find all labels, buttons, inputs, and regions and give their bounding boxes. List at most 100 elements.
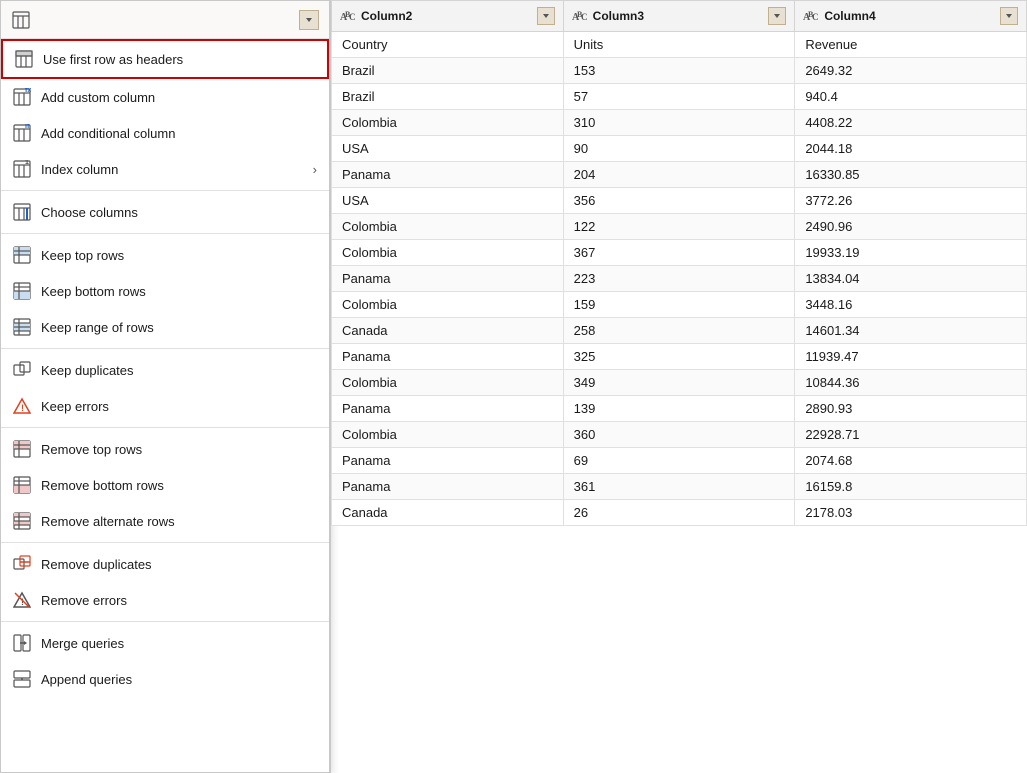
menu-item-keep-top-rows[interactable]: Keep top rows <box>1 237 329 273</box>
menu-item-remove-alternate-rows[interactable]: Remove alternate rows <box>1 503 329 539</box>
cell-col3-12: 325 <box>563 344 795 370</box>
cell-col4-8: 19933.19 <box>795 240 1027 266</box>
menu-item-keep-duplicates[interactable]: Keep duplicates <box>1 352 329 388</box>
cell-col2-1: Brazil <box>332 58 564 84</box>
keep-dup-icon <box>11 359 33 381</box>
cell-col2-9: Panama <box>332 266 564 292</box>
submenu-arrow-index-column: › <box>313 162 317 177</box>
table-row: Colombia3104408.22 <box>332 110 1027 136</box>
menu-item-add-conditional-column[interactable]: ifAdd conditional column <box>1 115 329 151</box>
cell-col4-6: 3772.26 <box>795 188 1027 214</box>
cell-col4-13: 10844.36 <box>795 370 1027 396</box>
menu-items: Use first row as headers fx Add custom col… <box>1 39 329 697</box>
cell-col3-6: 356 <box>563 188 795 214</box>
menu-divider-13 <box>1 427 329 428</box>
remove-alt-icon <box>11 510 33 532</box>
cell-col2-7: Colombia <box>332 214 564 240</box>
cell-col3-15: 360 <box>563 422 795 448</box>
menu-item-label-use-first-row-as-headers: Use first row as headers <box>43 52 183 67</box>
table-row: Colombia36719933.19 <box>332 240 1027 266</box>
cell-col2-15: Colombia <box>332 422 564 448</box>
menu-item-append-queries[interactable]: Append queries <box>1 661 329 697</box>
cell-col4-0: Revenue <box>795 32 1027 58</box>
cell-col3-10: 159 <box>563 292 795 318</box>
menu-divider-17 <box>1 542 329 543</box>
cell-col3-8: 367 <box>563 240 795 266</box>
menu-item-add-custom-column[interactable]: fx Add custom column <box>1 79 329 115</box>
cell-col3-0: Units <box>563 32 795 58</box>
menu-item-label-keep-range-of-rows: Keep range of rows <box>41 320 154 335</box>
index-col-icon: 1 <box>11 158 33 180</box>
table-row: CountryUnitsRevenue <box>332 32 1027 58</box>
cell-col2-12: Panama <box>332 344 564 370</box>
table-row: Brazil57940.4 <box>332 84 1027 110</box>
type-icon-col2: ABC <box>340 9 356 23</box>
col-dropdown-col4[interactable] <box>1000 7 1018 25</box>
cell-col4-2: 940.4 <box>795 84 1027 110</box>
cell-col2-11: Canada <box>332 318 564 344</box>
menu-item-keep-errors[interactable]: ! Keep errors <box>1 388 329 424</box>
cell-col4-3: 4408.22 <box>795 110 1027 136</box>
remove-dup-icon <box>11 553 33 575</box>
table-row: Canada262178.03 <box>332 500 1027 526</box>
menu-item-choose-columns[interactable]: Choose columns <box>1 194 329 230</box>
menu-divider-10 <box>1 348 329 349</box>
menu-item-remove-bottom-rows[interactable]: Remove bottom rows <box>1 467 329 503</box>
svg-text:!: ! <box>21 403 24 413</box>
table-row: Brazil1532649.32 <box>332 58 1027 84</box>
keep-range-icon <box>11 316 33 338</box>
col-header-col2: ABC Column2 <box>332 1 564 32</box>
menu-item-remove-duplicates[interactable]: Remove duplicates <box>1 546 329 582</box>
menu-item-label-remove-duplicates: Remove duplicates <box>41 557 152 572</box>
menu-item-remove-top-rows[interactable]: Remove top rows <box>1 431 329 467</box>
append-icon <box>11 668 33 690</box>
cell-col4-11: 14601.34 <box>795 318 1027 344</box>
col-dropdown-col2[interactable] <box>537 7 555 25</box>
remove-top-icon <box>11 438 33 460</box>
menu-item-label-merge-queries: Merge queries <box>41 636 124 651</box>
menu-item-remove-errors[interactable]: !Remove errors <box>1 582 329 618</box>
choose-cols-icon <box>11 201 33 223</box>
cell-col3-5: 204 <box>563 162 795 188</box>
cell-col4-9: 13834.04 <box>795 266 1027 292</box>
col-header-col4: ABC Column4 <box>795 1 1027 32</box>
cell-col3-3: 310 <box>563 110 795 136</box>
cell-col2-17: Panama <box>332 474 564 500</box>
cell-col3-18: 26 <box>563 500 795 526</box>
cell-col2-5: Panama <box>332 162 564 188</box>
keep-top-icon <box>11 244 33 266</box>
col-dropdown-col3[interactable] <box>768 7 786 25</box>
col-label-col4: Column4 <box>824 9 875 23</box>
menu-item-index-column[interactable]: 1Index column› <box>1 151 329 187</box>
table-header: ABC Column2 ABC Column3 ABC Column4 <box>332 1 1027 32</box>
cell-col4-7: 2490.96 <box>795 214 1027 240</box>
col-label-col2: Column2 <box>361 9 412 23</box>
cell-col4-17: 16159.8 <box>795 474 1027 500</box>
cell-col2-3: Colombia <box>332 110 564 136</box>
menu-item-keep-bottom-rows[interactable]: Keep bottom rows <box>1 273 329 309</box>
menu-divider-20 <box>1 621 329 622</box>
cell-col4-14: 2890.93 <box>795 396 1027 422</box>
column1-icon <box>11 10 31 30</box>
menu-item-label-remove-errors: Remove errors <box>41 593 127 608</box>
cell-col3-13: 349 <box>563 370 795 396</box>
menu-item-merge-queries[interactable]: Merge queries <box>1 625 329 661</box>
context-menu: Use first row as headers fx Add custom col… <box>0 0 330 773</box>
cell-col2-14: Panama <box>332 396 564 422</box>
table-row: Colombia1222490.96 <box>332 214 1027 240</box>
menu-item-label-keep-errors: Keep errors <box>41 399 109 414</box>
menu-item-label-add-custom-column: Add custom column <box>41 90 155 105</box>
remove-bottom-icon <box>11 474 33 496</box>
cell-col4-1: 2649.32 <box>795 58 1027 84</box>
cell-col3-17: 361 <box>563 474 795 500</box>
column1-dropdown-arrow[interactable] <box>299 10 319 30</box>
cell-col3-7: 122 <box>563 214 795 240</box>
cell-col2-10: Colombia <box>332 292 564 318</box>
menu-item-keep-range-of-rows[interactable]: Keep range of rows <box>1 309 329 345</box>
cell-col4-16: 2074.68 <box>795 448 1027 474</box>
cell-col3-16: 69 <box>563 448 795 474</box>
svg-text:fx: fx <box>25 88 31 94</box>
table-row: Panama22313834.04 <box>332 266 1027 292</box>
menu-item-use-first-row-as-headers[interactable]: Use first row as headers <box>1 39 329 79</box>
cell-col2-0: Country <box>332 32 564 58</box>
